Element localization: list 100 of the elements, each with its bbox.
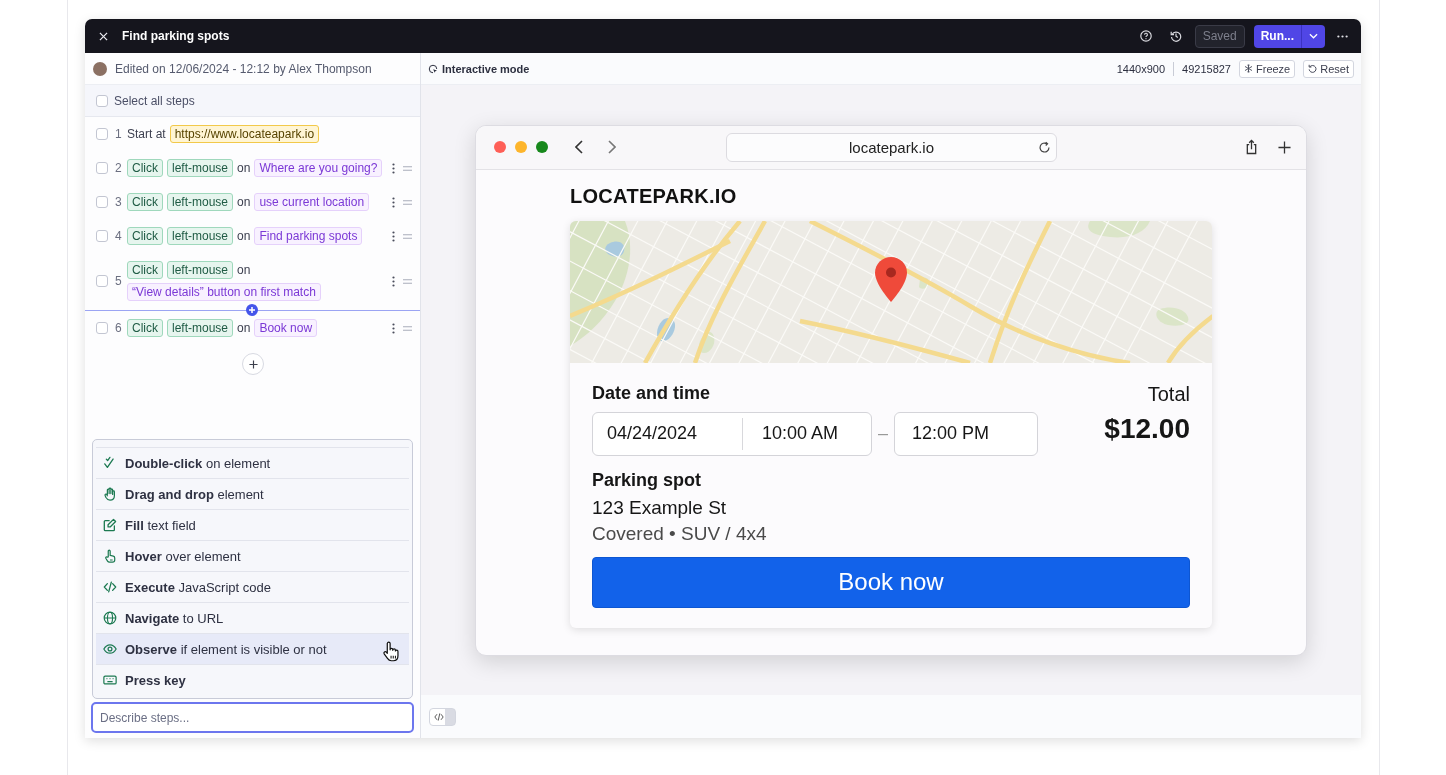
reset-button[interactable]: Reset	[1303, 59, 1354, 78]
menu-item[interactable]: Hover over element	[96, 540, 409, 571]
add-step-icon[interactable]	[246, 304, 258, 316]
kebab-menu-icon[interactable]	[392, 230, 395, 242]
action-tag: Click	[127, 319, 163, 337]
target-tag: Find parking spots	[254, 227, 363, 245]
address-bar[interactable]: locatepark.io	[726, 132, 1057, 162]
action-tag: Click	[127, 193, 163, 211]
hand-icon	[103, 487, 117, 501]
action-tag: Click	[127, 159, 163, 177]
connector-text: on	[237, 228, 251, 245]
select-all-label: Select all steps	[114, 93, 195, 108]
history-icon[interactable]	[1169, 30, 1182, 42]
book-now-button[interactable]: Book now	[592, 556, 1190, 608]
step-number: 1	[115, 127, 123, 141]
more-icon[interactable]	[1337, 34, 1348, 38]
step-number: 3	[115, 195, 123, 209]
target-tag: Where are you going?	[254, 159, 383, 177]
drag-handle-icon[interactable]	[403, 278, 412, 284]
mouse-button-tag: left-mouse	[167, 319, 234, 337]
avatar	[93, 61, 107, 76]
eye-icon	[103, 642, 117, 656]
site-logo[interactable]: LOCATEPARK.IO	[570, 169, 1212, 221]
code-icon	[103, 580, 117, 594]
drag-handle-icon[interactable]	[403, 325, 412, 331]
step-number: 6	[115, 321, 123, 335]
step-number: 5	[115, 274, 123, 288]
number-text: 49215827	[1182, 62, 1231, 75]
step-label: Start at	[127, 126, 166, 143]
drag-handle-icon[interactable]	[403, 233, 412, 239]
run-button[interactable]: Run...	[1253, 24, 1301, 48]
checkbox[interactable]	[96, 230, 108, 242]
end-time-field[interactable]: 12:00 PM	[894, 411, 1038, 456]
connector-text: on	[237, 262, 251, 279]
checkbox[interactable]	[96, 162, 108, 174]
kebab-menu-icon[interactable]	[392, 162, 395, 174]
action-tag: Click	[127, 227, 163, 245]
connector-text: on	[237, 160, 251, 177]
close-window-dot-icon[interactable]	[494, 141, 506, 153]
start-time-text: 10:00 AM	[761, 423, 839, 444]
drag-handle-icon[interactable]	[403, 199, 412, 205]
run-options-button[interactable]	[1301, 24, 1325, 48]
checkbox[interactable]	[96, 322, 108, 334]
url-tag: https://www.locateapark.io	[169, 125, 320, 143]
target-tag: “View details” button on first match	[127, 283, 321, 301]
pointing-hand-icon	[103, 549, 117, 563]
menu-item[interactable]: Drag and drop element	[96, 478, 409, 509]
target-tag: Book now	[254, 319, 318, 337]
connector-text: on	[237, 194, 251, 211]
edit-icon	[103, 518, 117, 532]
parking-spot-label: Parking spot	[592, 468, 703, 491]
menu-item[interactable]: Observe if element is visible or not	[96, 633, 409, 664]
forward-icon[interactable]	[608, 140, 616, 154]
back-icon[interactable]	[575, 140, 583, 154]
minimize-dot-icon[interactable]	[515, 141, 527, 153]
globe-icon	[103, 611, 117, 625]
date-time-field[interactable]: 04/24/2024 10:00 AM	[592, 411, 872, 456]
snowflake-icon	[1244, 64, 1253, 73]
date-time-label: Date and time	[592, 381, 712, 404]
keyboard-icon	[103, 673, 117, 687]
checkbox[interactable]	[96, 196, 108, 208]
map-pin-icon	[875, 256, 907, 302]
describe-steps-field[interactable]: Describe steps...	[91, 702, 414, 733]
kebab-menu-icon[interactable]	[392, 322, 395, 334]
action-tag: Click	[127, 261, 163, 279]
code-view-toggle[interactable]	[429, 707, 456, 726]
step-number: 2	[115, 161, 123, 175]
spot-details: Covered • SUV / 4x4	[592, 521, 768, 546]
menu-item[interactable]: Fill text field	[96, 509, 409, 540]
add-step-button[interactable]	[242, 353, 264, 375]
reset-icon	[1308, 64, 1318, 73]
checkbox[interactable]	[96, 275, 108, 287]
kebab-menu-icon[interactable]	[392, 275, 395, 287]
reload-icon[interactable]	[1038, 140, 1051, 154]
zoom-dot-icon[interactable]	[536, 141, 548, 153]
drag-handle-icon[interactable]	[403, 165, 412, 171]
code-icon	[434, 712, 444, 721]
menu-item[interactable]: Press key	[96, 664, 409, 695]
share-icon[interactable]	[1245, 139, 1258, 155]
window-title: Find parking spots	[122, 29, 230, 43]
freeze-button[interactable]: Freeze	[1239, 59, 1296, 78]
caret-icon	[1309, 33, 1318, 39]
checkbox[interactable]	[96, 94, 108, 107]
edit-info: Edited on 12/06/2024 - 12:12 by Alex Thompson	[115, 61, 372, 76]
menu-item[interactable]: Execute JavaScript code	[96, 571, 409, 602]
mouse-button-tag: left-mouse	[167, 193, 234, 211]
help-icon[interactable]	[1139, 30, 1152, 42]
kebab-menu-icon[interactable]	[392, 196, 395, 208]
step-number: 4	[115, 229, 123, 243]
plus-icon	[248, 359, 258, 369]
checkbox[interactable]	[96, 128, 108, 140]
total-label: Total	[1146, 381, 1190, 406]
mode-label: Interactive mode	[442, 62, 530, 75]
mouse-button-tag: left-mouse	[167, 261, 234, 279]
close-icon[interactable]	[99, 31, 108, 41]
pointer-icon	[428, 63, 438, 74]
menu-item[interactable]: Double-click on element	[96, 447, 409, 478]
resolution-text: 1440x900	[1116, 62, 1166, 75]
mouse-button-tag: left-mouse	[167, 227, 234, 245]
plus-icon[interactable]	[1278, 140, 1291, 154]
